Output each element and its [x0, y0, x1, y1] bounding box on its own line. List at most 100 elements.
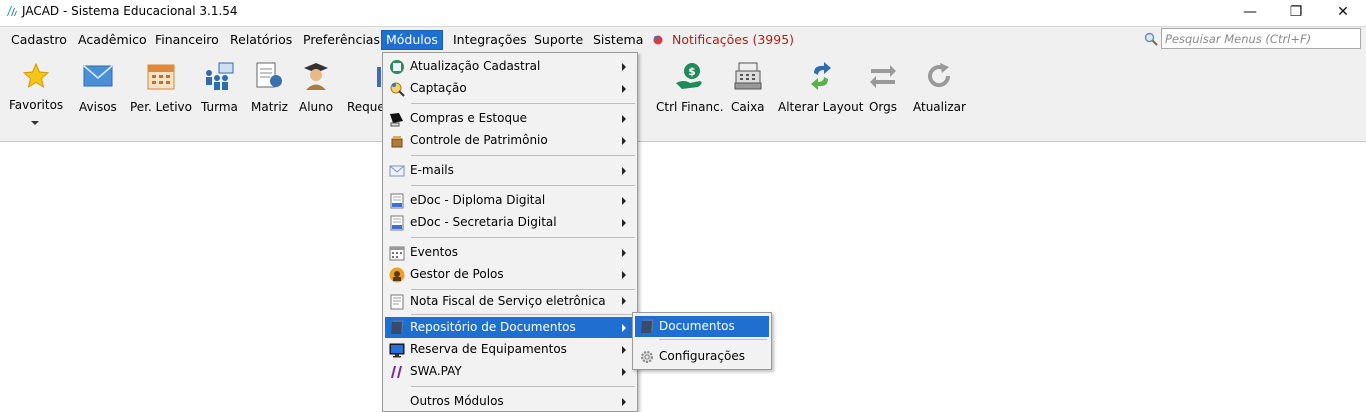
search-icon — [1144, 32, 1158, 46]
toolbar-label: Aluno — [299, 100, 334, 114]
student-icon — [300, 60, 332, 92]
toolbar-label: Ctrl Financ. — [656, 100, 724, 114]
menu-item-label: Compras e Estoque — [410, 111, 528, 125]
menu-item-label: Nota Fiscal de Serviço eletrônica — [410, 294, 606, 308]
menu-preferencias[interactable]: Preferências — [299, 30, 384, 50]
toolbar-avisos[interactable]: Avisos — [79, 60, 117, 114]
menu-item-label: eDoc - Secretaria Digital — [410, 215, 557, 229]
menu-financeiro[interactable]: Financeiro — [151, 30, 223, 50]
toolbar-atualizar[interactable]: Atualizar — [913, 60, 966, 114]
toolbar-label: Atualizar — [913, 100, 966, 114]
menu-item-atualizacao-cadastral[interactable]: Atualização Cadastral — [385, 56, 635, 77]
toolbar-label: Caixa — [731, 100, 765, 114]
request-icon — [350, 60, 382, 92]
submenu-arrow-icon — [622, 398, 626, 406]
toolbar-label: Per. Letivo — [130, 100, 192, 114]
menu-modulos[interactable]: Módulos — [381, 30, 443, 50]
submenu-arrow-icon — [622, 346, 626, 354]
menu-item-label: E-mails — [410, 163, 454, 177]
menu-item-outros-modulos[interactable]: Outros Módulos — [385, 391, 635, 412]
cash-register-icon — [732, 60, 764, 92]
money-hand-icon: $ — [674, 60, 706, 92]
toolbar-orgs[interactable]: Orgs — [867, 60, 899, 114]
star-icon — [20, 60, 52, 92]
title-bar: JACAD - Sistema Educacional 3.1.54 — ❐ ✕ — [0, 0, 1366, 23]
menu-integracoes[interactable]: Integrações — [449, 30, 531, 50]
toolbar-per-letivo[interactable]: Per. Letivo — [130, 60, 192, 114]
repositorio-submenu: Documentos Configurações — [632, 312, 772, 370]
menu-item-swapay[interactable]: SWA.PAY — [385, 361, 635, 382]
toolbar-aluno[interactable]: Aluno — [299, 60, 333, 114]
gear-icon — [638, 348, 655, 365]
menu-item-controle-patrimonio[interactable]: Controle de Patrimônio — [385, 130, 635, 151]
close-button[interactable]: ✕ — [1320, 0, 1366, 23]
menu-item-nota-fiscal[interactable]: Nota Fiscal de Serviço eletrônica — [385, 290, 635, 312]
jacad-logo-icon — [7, 6, 17, 16]
monitor-icon — [388, 341, 405, 358]
swapay-icon — [388, 363, 405, 380]
menu-item-label: SWA.PAY — [410, 364, 462, 378]
minimize-button[interactable]: — — [1227, 0, 1273, 23]
menu-separator — [411, 237, 635, 238]
maximize-button[interactable]: ❐ — [1273, 0, 1319, 23]
menu-sistema[interactable]: Sistema — [589, 30, 647, 50]
toolbar-label: Turma — [201, 100, 238, 114]
menu-item-label: Controle de Patrimônio — [410, 133, 548, 147]
submenu-arrow-icon — [622, 137, 626, 145]
menu-academico[interactable]: Acadêmico — [74, 30, 151, 50]
toolbar-reque[interactable]: Reque — [347, 60, 385, 114]
invoice-icon — [388, 293, 405, 310]
menu-relatorios[interactable]: Relatórios — [226, 30, 296, 50]
menu-item-gestor-polos[interactable]: Gestor de Polos — [385, 264, 635, 285]
toolbar-label: Avisos — [79, 100, 117, 114]
menu-item-edoc-secretaria[interactable]: eDoc - Secretaria Digital — [385, 212, 635, 233]
toolbar-matriz[interactable]: Matriz — [251, 60, 288, 114]
events-calendar-icon — [388, 244, 405, 261]
submenu-arrow-icon — [622, 249, 626, 257]
menu-item-reserva-equipamentos[interactable]: Reserva de Equipamentos — [385, 339, 635, 360]
menu-item-captacao[interactable]: Captação — [385, 78, 635, 99]
menu-item-compras-estoque[interactable]: Compras e Estoque — [385, 108, 635, 129]
matrix-doc-icon — [253, 60, 285, 92]
menu-item-eventos[interactable]: Eventos — [385, 242, 635, 263]
toolbar-favoritos[interactable]: Favoritos — [9, 60, 63, 112]
toolbar-alterar-layout[interactable]: Alterar Layout — [778, 60, 863, 114]
menu-separator — [659, 339, 767, 340]
shopping-icon — [388, 110, 405, 127]
toolbar-label: Matriz — [251, 100, 288, 114]
menu-separator — [411, 103, 635, 104]
menu-item-label: Configurações — [659, 349, 745, 363]
menu-item-label: Atualização Cadastral — [410, 59, 541, 73]
menu-notificacoes[interactable]: Notificações (3995) — [668, 30, 798, 50]
magnifier-person-icon — [388, 80, 405, 97]
search-menus-input[interactable] — [1161, 28, 1361, 49]
toolbar-turma[interactable]: Turma — [201, 60, 238, 114]
menu-cadastro[interactable]: Cadastro — [7, 30, 71, 50]
menu-item-documentos[interactable]: Documentos — [635, 316, 769, 337]
toolbar-ctrl-financ[interactable]: $ Ctrl Financ. — [656, 60, 724, 114]
menu-item-repositorio-documentos[interactable]: Repositório de Documentos — [385, 317, 635, 338]
svg-text:$: $ — [688, 65, 696, 78]
submenu-arrow-icon — [622, 271, 626, 279]
menu-suporte[interactable]: Suporte — [530, 30, 587, 50]
polos-avatar-icon — [388, 266, 405, 283]
submenu-arrow-icon — [622, 219, 626, 227]
repository-icon — [388, 319, 405, 336]
menu-item-configuracoes[interactable]: Configurações — [635, 346, 769, 367]
submenu-arrow-icon — [622, 63, 626, 71]
window-title: JACAD - Sistema Educacional 3.1.54 — [22, 4, 238, 18]
menu-item-label: Outros Módulos — [410, 394, 504, 408]
menu-item-edoc-diploma[interactable]: eDoc - Diploma Digital — [385, 190, 635, 211]
toolbar-label: Reque — [347, 100, 385, 114]
toolbar-caixa[interactable]: Caixa — [731, 60, 765, 114]
menu-item-emails[interactable]: E-mails — [385, 160, 635, 181]
submenu-arrow-icon — [622, 368, 626, 376]
workspace — [0, 143, 1366, 412]
refresh-icon — [923, 60, 955, 92]
email-icon — [388, 162, 405, 179]
swap-layout-icon — [805, 60, 837, 92]
favoritos-dropdown-icon[interactable] — [31, 121, 39, 125]
submenu-arrow-icon — [622, 324, 626, 332]
submenu-arrow-icon — [622, 167, 626, 175]
envelope-icon — [82, 60, 114, 92]
